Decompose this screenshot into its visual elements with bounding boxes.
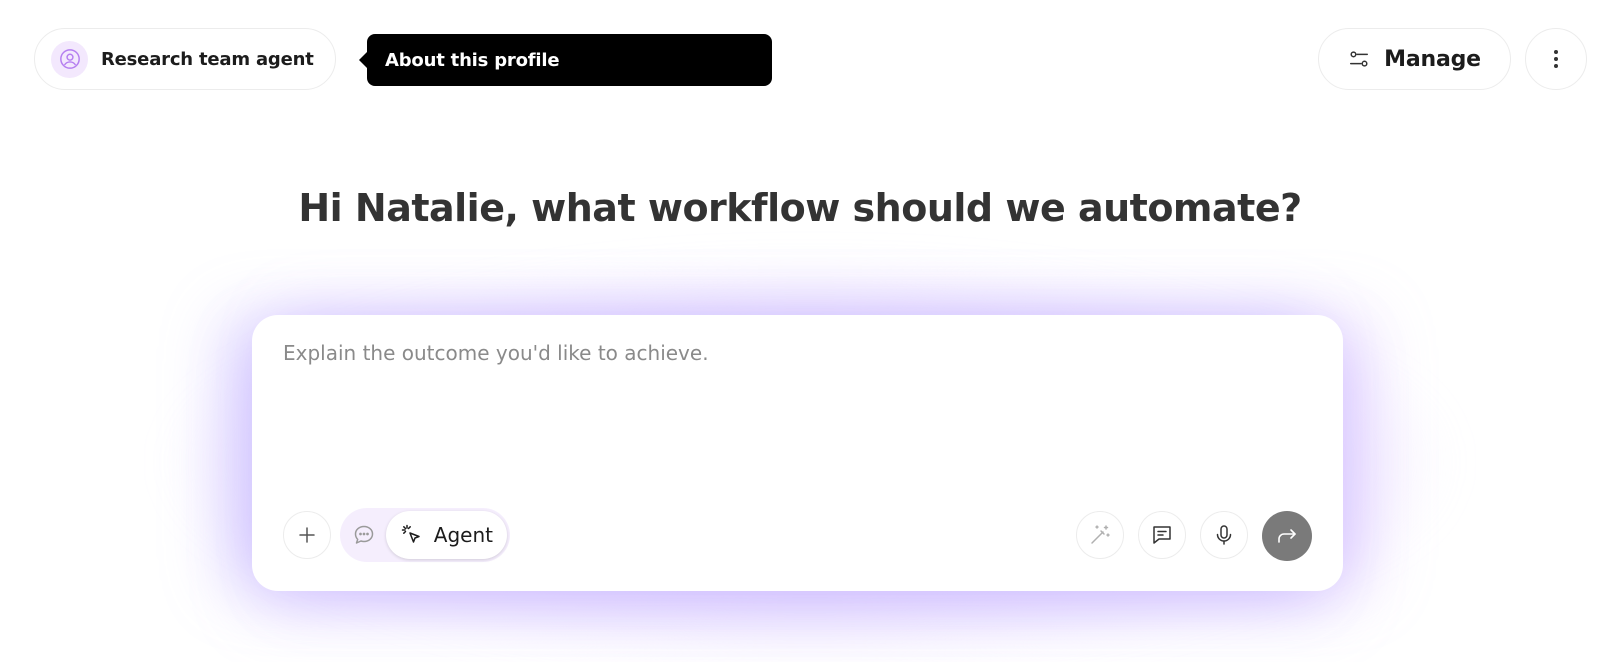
microphone-icon (1212, 523, 1236, 547)
more-vertical-icon (1553, 49, 1559, 69)
microphone-button[interactable] (1200, 511, 1248, 559)
send-button[interactable] (1262, 511, 1312, 561)
manage-button[interactable]: Manage (1318, 28, 1511, 90)
cursor-click-icon (400, 523, 424, 547)
mode-toggle: Agent (340, 508, 510, 562)
attach-button[interactable] (283, 511, 331, 559)
about-profile-tooltip: About this profile (359, 34, 772, 86)
plus-icon (298, 526, 316, 544)
sliders-icon (1348, 48, 1370, 70)
forward-arrow-icon (1275, 524, 1299, 548)
message-square-icon (1150, 523, 1174, 547)
page-title: Hi Natalie, what workflow should we auto… (298, 186, 1302, 230)
enhance-prompt-button[interactable] (1076, 511, 1124, 559)
more-options-button[interactable] (1525, 28, 1587, 90)
chat-bubble-icon (352, 523, 376, 547)
chat-mode-button[interactable] (343, 511, 386, 559)
user-circle-icon (59, 48, 81, 70)
agent-mode-button[interactable]: Agent (385, 511, 507, 559)
prompt-composer: Agent (252, 315, 1343, 591)
agent-mode-label: Agent (433, 523, 493, 547)
prompt-input[interactable] (283, 341, 1303, 461)
chat-button[interactable] (1138, 511, 1186, 559)
tooltip-text: About this profile (385, 49, 560, 71)
magic-wand-icon (1088, 523, 1112, 547)
profile-avatar (51, 40, 88, 78)
profile-label: Research team agent (101, 48, 314, 70)
manage-label: Manage (1384, 46, 1481, 72)
profile-chip[interactable]: Research team agent (34, 28, 336, 90)
